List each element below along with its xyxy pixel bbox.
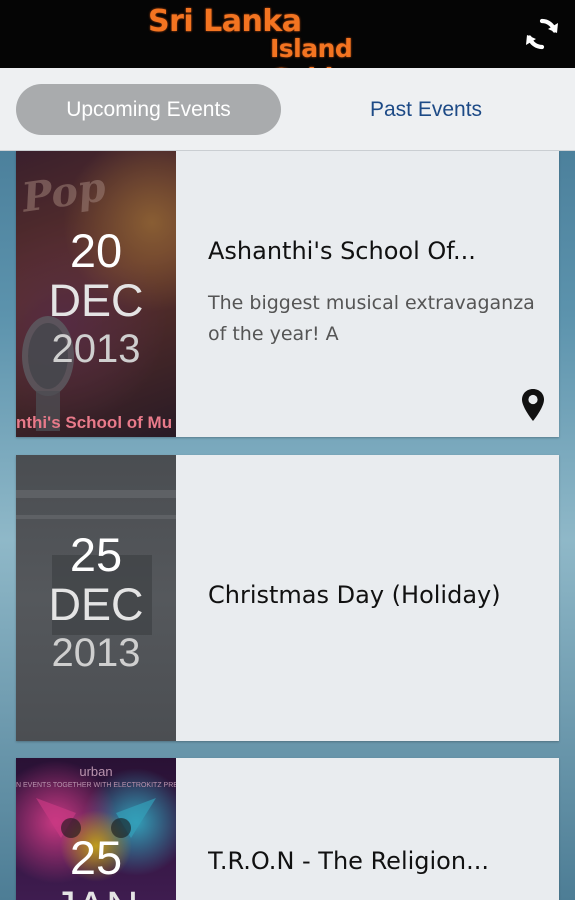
- event-year: 2013: [51, 327, 141, 371]
- event-card[interactable]: Pop nthi's School of Mu 20 DEC 2013 Asha…: [16, 151, 559, 437]
- event-title: Christmas Day (Holiday): [208, 581, 501, 609]
- event-day: 25: [69, 528, 123, 581]
- event-title: T.R.O.N - The Religion...: [208, 847, 489, 875]
- app-header: Sri Lanka Island Guide: [0, 0, 575, 92]
- location-pin-icon[interactable]: [520, 387, 546, 423]
- event-month: JAN: [16, 885, 176, 900]
- event-card[interactable]: urban N EVENTS TOGETHER WITH ELECTROKITZ…: [16, 758, 559, 900]
- event-day: 20: [69, 224, 123, 277]
- event-title: Ashanthi's School Of...: [208, 237, 476, 265]
- event-month: DEC: [48, 275, 144, 326]
- event-day: 25: [69, 831, 123, 884]
- app-logo: Sri Lanka Island Guide: [148, 4, 438, 92]
- event-description: The biggest musical extravaganza of the …: [208, 292, 535, 345]
- tab-past-events[interactable]: Past Events: [300, 84, 552, 135]
- event-card[interactable]: 25 DEC 2013 Christmas Day (Holiday): [16, 455, 559, 741]
- tabs-bar: Upcoming Events Past Events: [0, 68, 575, 151]
- tab-upcoming-events[interactable]: Upcoming Events: [16, 84, 281, 135]
- thumbnail-caption: nthi's School of Mu: [16, 413, 173, 432]
- event-year: 2013: [51, 631, 141, 675]
- refresh-icon: [526, 18, 558, 50]
- event-thumbnail: Pop nthi's School of Mu 20 DEC 2013: [16, 151, 176, 437]
- event-thumbnail: urban N EVENTS TOGETHER WITH ELECTROKITZ…: [16, 758, 176, 900]
- event-thumbnail: 25 DEC 2013: [16, 455, 176, 741]
- event-month: DEC: [48, 579, 144, 630]
- refresh-button[interactable]: [518, 10, 566, 58]
